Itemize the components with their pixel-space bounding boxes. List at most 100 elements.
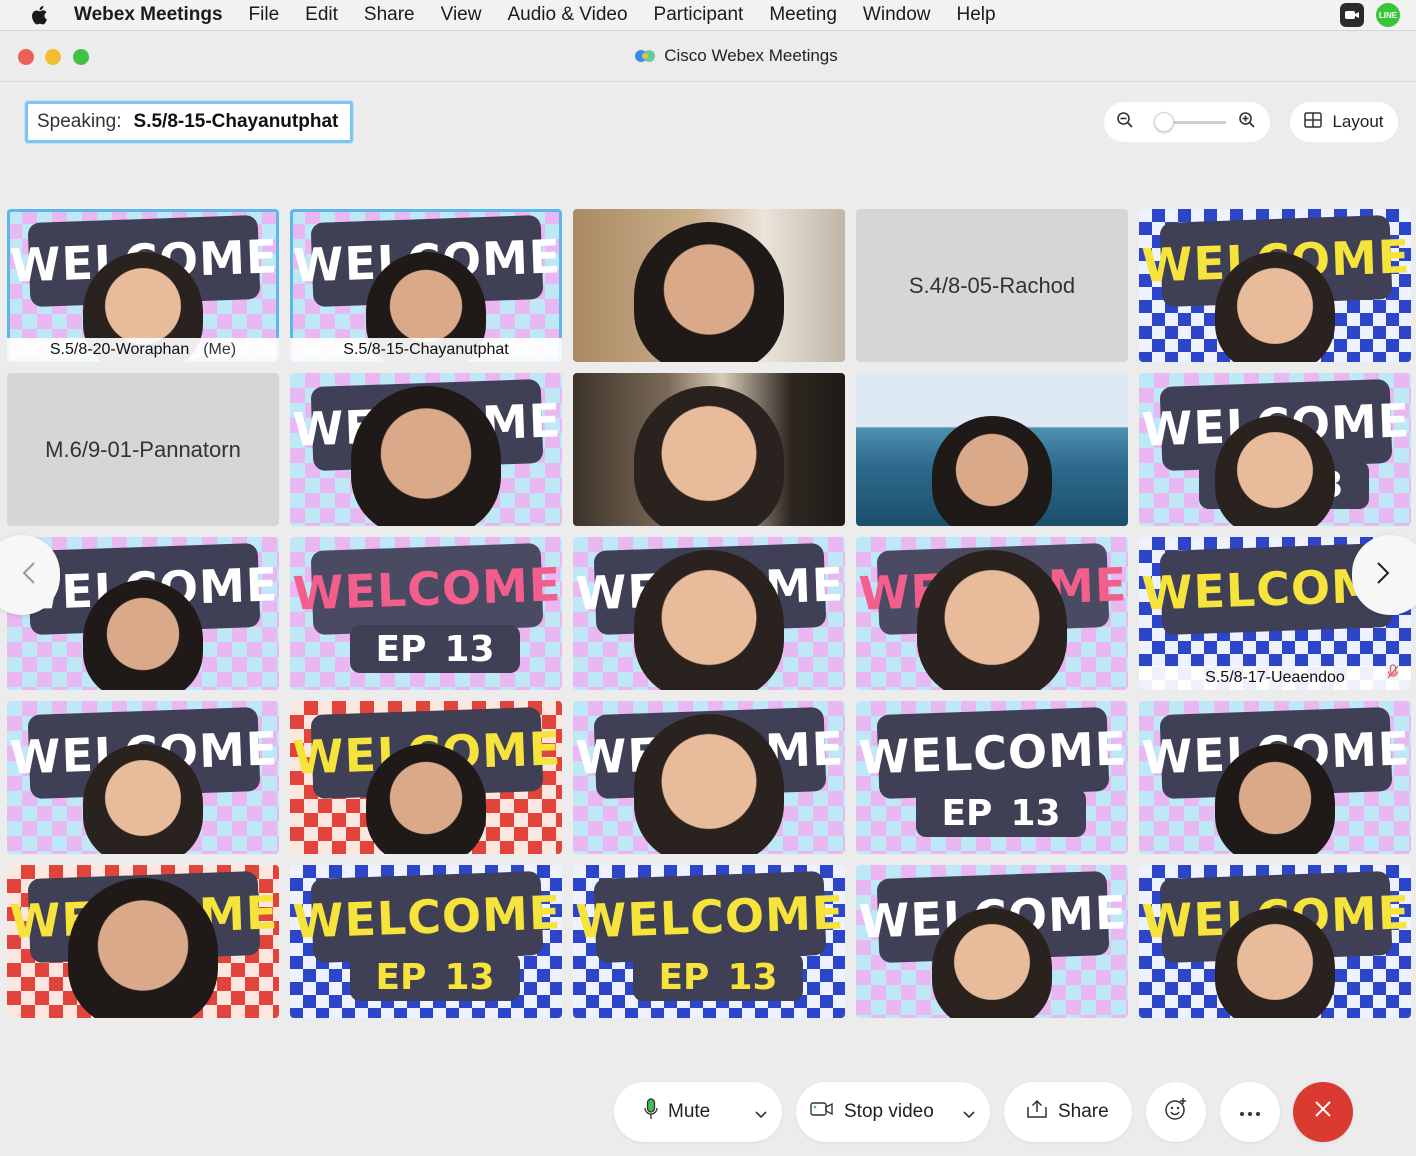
layout-label: Layout <box>1332 112 1384 131</box>
video-tile[interactable]: WELCOME EP 13 <box>290 865 562 1018</box>
participant-video <box>634 222 784 362</box>
mute-button[interactable]: Mute <box>614 1082 782 1142</box>
episode-banner: EP 13 <box>350 625 520 673</box>
participant-name: S.5/8-15-Chayanutphat <box>343 341 509 358</box>
participant-video <box>83 744 203 854</box>
stop-video-button[interactable]: Stop video <box>796 1082 990 1142</box>
menu-file[interactable]: File <box>249 4 280 26</box>
menu-help[interactable]: Help <box>957 4 996 26</box>
video-tile[interactable]: WELCOME EP 13 <box>856 701 1128 854</box>
video-tile[interactable]: WELCOME <box>7 865 279 1018</box>
welcome-banner: WELCOME <box>292 871 562 963</box>
video-tile-self[interactable]: WELCOME S.5/8-20-Woraphan (Me) <box>7 209 279 362</box>
video-tile[interactable] <box>573 373 845 526</box>
welcome-banner: WELCOME <box>858 707 1128 799</box>
chevron-right-icon <box>1376 561 1390 590</box>
video-tile[interactable]: WELCOME EP 13 <box>1139 373 1411 526</box>
more-dots-icon <box>1239 1101 1261 1123</box>
zoom-slider[interactable] <box>1154 111 1226 132</box>
zoom-out-icon[interactable] <box>1116 111 1134 134</box>
participant-video <box>1215 252 1335 362</box>
video-tile[interactable]: WELCOME <box>7 701 279 854</box>
episode-banner: EP 13 <box>350 953 520 1001</box>
menu-window[interactable]: Window <box>863 4 931 26</box>
chevron-down-icon[interactable] <box>962 1104 976 1126</box>
participant-video <box>917 550 1067 690</box>
mute-label: Mute <box>668 1101 711 1122</box>
menu-app-name[interactable]: Webex Meetings <box>74 4 223 26</box>
participant-video <box>351 386 501 526</box>
participant-caption: S.5/8-17-Ueaendoo <box>1139 666 1411 690</box>
video-tile-no-video[interactable]: S.4/8-05-Rachod <box>856 209 1128 362</box>
video-tile[interactable]: WELCOME <box>1139 209 1411 362</box>
share-button[interactable]: Share <box>1004 1082 1132 1142</box>
video-tile-no-video[interactable]: M.6/9-01-Pannatorn <box>7 373 279 526</box>
close-icon <box>1313 1099 1333 1125</box>
zoom-in-icon[interactable] <box>1238 111 1256 134</box>
video-tile[interactable]: WELCOME <box>573 537 845 690</box>
episode-number: 13 <box>444 628 495 670</box>
webex-logo-icon <box>634 48 656 64</box>
episode-ep: EP <box>375 628 427 670</box>
episode-number: 13 <box>1010 792 1061 834</box>
leave-meeting-button[interactable] <box>1293 1082 1353 1142</box>
video-tile[interactable]: WELCOME EP 13 <box>290 537 562 690</box>
grid-layout-icon <box>1304 111 1323 133</box>
video-zoom-control <box>1104 102 1270 142</box>
zoom-slider-handle[interactable] <box>1154 111 1174 132</box>
speaking-indicator: Speaking: S.5/8-15-Chayanutphat <box>25 101 354 143</box>
participant-video <box>932 416 1052 526</box>
more-options-button[interactable] <box>1220 1082 1280 1142</box>
menu-participant[interactable]: Participant <box>654 4 744 26</box>
apple-icon[interactable] <box>28 3 52 27</box>
video-tile-active-speaker[interactable]: WELCOME S.5/8-15-Chayanutphat <box>290 209 562 362</box>
video-tile[interactable]: WELCOME EP 13 <box>573 865 845 1018</box>
microphone-icon <box>644 1098 658 1126</box>
episode-ep: EP <box>941 792 993 834</box>
episode-number: 13 <box>727 956 778 998</box>
episode-banner: EP 13 <box>916 789 1086 837</box>
video-tile[interactable]: WELCOME <box>1139 701 1411 854</box>
welcome-banner: WELCOME <box>575 871 845 963</box>
participant-name: S.5/8-20-Woraphan <box>49 341 190 358</box>
participant-video <box>1215 908 1335 1018</box>
participant-video <box>634 550 784 690</box>
participant-name: S.4/8-05-Rachod <box>908 272 1076 298</box>
share-icon <box>1026 1099 1048 1125</box>
stop-video-label: Stop video <box>844 1101 934 1122</box>
menu-edit[interactable]: Edit <box>305 4 338 26</box>
video-tile[interactable]: WELCOME <box>290 373 562 526</box>
participant-video <box>1215 416 1335 526</box>
chevron-down-icon[interactable] <box>754 1104 768 1126</box>
me-label: (Me) <box>203 341 237 358</box>
video-camera-icon <box>810 1101 834 1123</box>
participant-video <box>932 908 1052 1018</box>
menu-audio-video[interactable]: Audio & Video <box>507 4 627 26</box>
video-tile[interactable]: WELCOME <box>1139 865 1411 1018</box>
menu-meeting[interactable]: Meeting <box>769 4 837 26</box>
participant-caption: S.5/8-20-Woraphan (Me) <box>7 338 279 362</box>
participant-video <box>68 878 218 1018</box>
layout-button[interactable]: Layout <box>1290 102 1398 142</box>
window-title: Cisco Webex Meetings <box>664 46 838 65</box>
participant-video <box>634 714 784 854</box>
video-tile[interactable]: WELCOME <box>573 701 845 854</box>
video-tile[interactable]: WELCOME <box>856 865 1128 1018</box>
reactions-button[interactable] <box>1146 1082 1206 1142</box>
menu-share[interactable]: Share <box>364 4 415 26</box>
video-tile[interactable]: WELCOME <box>290 701 562 854</box>
menu-view[interactable]: View <box>441 4 482 26</box>
video-tile[interactable]: WELCOME <box>856 537 1128 690</box>
next-page-button[interactable] <box>1352 535 1416 615</box>
participant-video <box>366 744 486 854</box>
video-camera-tray-icon[interactable] <box>1340 3 1364 27</box>
share-label: Share <box>1058 1101 1109 1122</box>
participant-video <box>634 386 784 526</box>
episode-banner: EP 13 <box>633 953 803 1001</box>
welcome-banner: WELCOME <box>292 543 562 635</box>
speaking-name: S.5/8-15-Chayanutphat <box>133 111 339 132</box>
emoji-smile-icon <box>1164 1097 1188 1127</box>
video-tile[interactable] <box>856 373 1128 526</box>
line-app-icon[interactable]: LINE <box>1376 3 1400 27</box>
video-tile[interactable] <box>573 209 845 362</box>
